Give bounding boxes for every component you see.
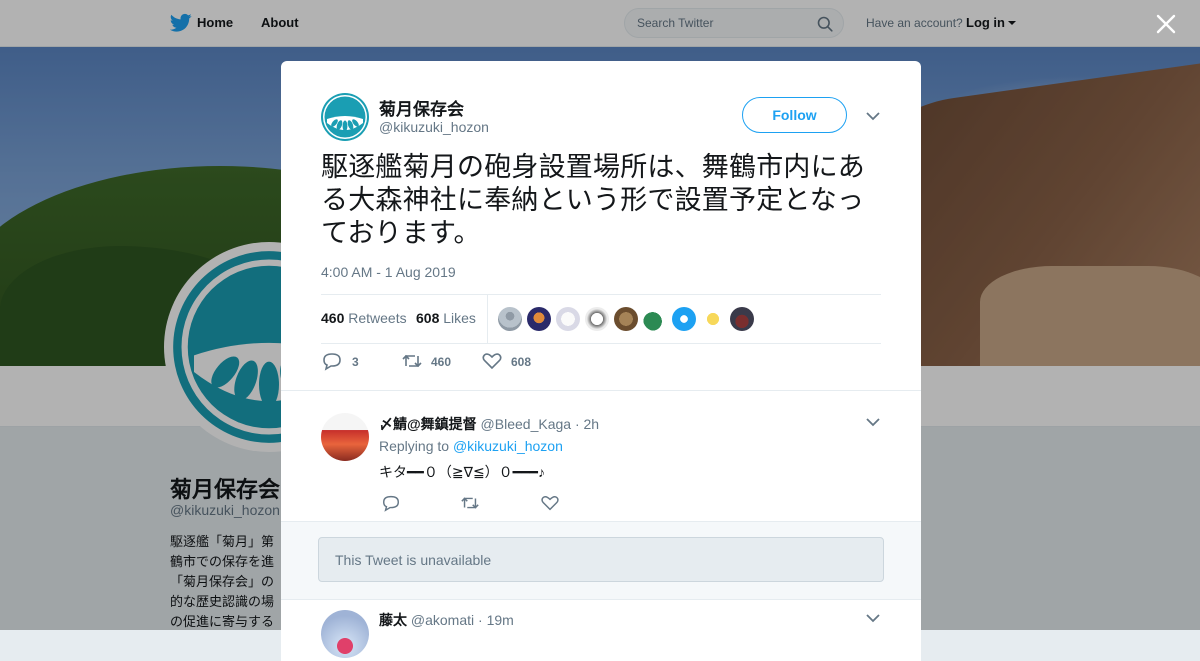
reply-author-name: 藤太 bbox=[379, 612, 407, 628]
reply-author[interactable]: 〆鯖@舞鎮提督 @Bleed_Kaga · 2h bbox=[379, 414, 599, 434]
follow-button[interactable]: Follow bbox=[742, 97, 847, 133]
retweets-stat[interactable]: 460 Retweets bbox=[321, 310, 407, 326]
liker-avatar[interactable] bbox=[614, 307, 638, 331]
stats-divider bbox=[487, 295, 488, 343]
reply-text: キタ━━０（≧∇≦）０━━━♪ bbox=[379, 464, 545, 480]
liker-avatar[interactable] bbox=[730, 307, 754, 331]
retweet-count: 460 bbox=[431, 355, 452, 369]
section-divider bbox=[281, 390, 921, 391]
chevron-down-icon[interactable] bbox=[866, 111, 880, 121]
retweets-count: 460 bbox=[321, 310, 345, 326]
tweet-stats: 460 Retweets 608 Likes bbox=[321, 294, 881, 344]
author-handle[interactable]: @kikuzuki_hozon bbox=[379, 119, 489, 135]
unavailable-tweet-notice: This Tweet is unavailable bbox=[318, 537, 884, 582]
replying-to-link[interactable]: @kikuzuki_hozon bbox=[453, 438, 563, 454]
reply-author[interactable]: 藤太 @akomati · 19m bbox=[379, 610, 514, 630]
author-name[interactable]: 菊月保存会 bbox=[379, 95, 464, 120]
liker-avatar[interactable] bbox=[643, 307, 667, 331]
reply-icon[interactable] bbox=[321, 351, 343, 371]
reply-tweet[interactable]: 藤太 @akomati · 19m bbox=[281, 598, 921, 658]
tweet-permalink-modal: 菊月保存会 @kikuzuki_hozon Follow 駆逐艦菊月の砲身設置場… bbox=[281, 61, 921, 661]
like-count: 608 bbox=[511, 355, 532, 369]
liker-avatar[interactable] bbox=[556, 307, 580, 331]
reply-tweet[interactable]: 〆鯖@舞鎮提督 @Bleed_Kaga · 2h Replying to @ki… bbox=[281, 401, 921, 521]
reply-author-name: 〆鯖@舞鎮提督 bbox=[379, 416, 477, 432]
reply-author-avatar[interactable] bbox=[321, 610, 369, 658]
heart-icon[interactable] bbox=[540, 493, 560, 513]
liker-avatar[interactable] bbox=[672, 307, 696, 331]
tweet-timestamp[interactable]: 4:00 AM - 1 Aug 2019 bbox=[321, 264, 456, 280]
chevron-down-icon[interactable] bbox=[866, 613, 880, 623]
retweet-icon[interactable] bbox=[401, 351, 423, 371]
heart-icon[interactable] bbox=[481, 351, 503, 371]
chevron-down-icon[interactable] bbox=[866, 417, 880, 427]
reply-author-avatar[interactable] bbox=[321, 413, 369, 461]
retweets-label: Retweets bbox=[348, 310, 407, 326]
retweet-icon[interactable] bbox=[460, 493, 480, 513]
unavailable-tweet-text: This Tweet is unavailable bbox=[335, 552, 492, 568]
replying-to: Replying to @kikuzuki_hozon bbox=[379, 438, 563, 454]
reply-author-handle: @akomati bbox=[410, 612, 475, 628]
reply-time[interactable]: · 19m bbox=[478, 612, 514, 628]
reply-count: 3 bbox=[352, 355, 359, 369]
replying-to-prefix: Replying to bbox=[379, 438, 450, 454]
unavailable-tweet-section: This Tweet is unavailable bbox=[281, 521, 921, 600]
liker-avatar[interactable] bbox=[701, 307, 725, 331]
tweet-text: 駆逐艦菊月の砲身設置場所は、舞鶴市内にある大森神社に奉納という形で設置予定となっ… bbox=[321, 152, 865, 248]
liker-avatar[interactable] bbox=[527, 307, 551, 331]
reply-icon[interactable] bbox=[381, 493, 401, 513]
liker-avatar[interactable] bbox=[498, 307, 522, 331]
reply-author-handle: @Bleed_Kaga bbox=[480, 416, 572, 432]
likes-count: 608 bbox=[416, 310, 440, 326]
liker-avatar[interactable] bbox=[585, 307, 609, 331]
close-icon[interactable] bbox=[1154, 12, 1178, 36]
likes-stat[interactable]: 608 Likes bbox=[416, 310, 476, 326]
likes-label: Likes bbox=[443, 310, 476, 326]
reply-time[interactable]: · 2h bbox=[575, 416, 599, 432]
author-avatar[interactable] bbox=[321, 93, 369, 141]
